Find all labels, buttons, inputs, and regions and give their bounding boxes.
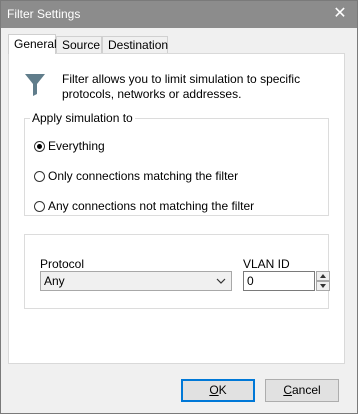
vlan-id-value: 0 <box>247 274 254 288</box>
title-bar: Filter Settings ✕ <box>1 1 357 28</box>
window-title: Filter Settings <box>7 7 81 21</box>
apply-simulation-group: Apply simulation to Everything Only conn… <box>24 111 329 216</box>
chevron-down-icon <box>216 278 226 284</box>
radio-not-matching-label: Any connections not matching the filter <box>48 199 255 213</box>
tab-destination[interactable]: Destination <box>102 36 168 53</box>
radio-not-matching-filter[interactable]: Any connections not matching the filter <box>34 198 254 214</box>
radio-button[interactable] <box>34 170 45 182</box>
cancel-label-rest: ancel <box>291 383 321 397</box>
filter-description: Filter allows you to limit simulation to… <box>62 72 301 101</box>
arrow-up-icon <box>320 274 326 278</box>
ok-accelerator: O <box>209 383 219 397</box>
radio-matching-label: Only connections matching the filter <box>48 169 239 183</box>
close-icon[interactable]: ✕ <box>329 3 351 25</box>
vlan-id-label: VLAN ID <box>243 257 290 271</box>
protocol-label: Protocol <box>40 257 85 271</box>
ok-label-rest: K <box>218 383 227 397</box>
protocol-select[interactable]: Any <box>40 271 232 291</box>
cancel-accelerator: C <box>283 383 292 397</box>
radio-everything[interactable]: Everything <box>34 138 105 154</box>
ok-button[interactable]: OK <box>181 379 255 402</box>
protocol-vlan-group: Protocol VLAN ID Any 0 <box>24 234 330 309</box>
filter-settings-dialog: Filter Settings ✕ General Source Destina… <box>0 0 358 414</box>
tab-source[interactable]: Source <box>56 36 102 53</box>
arrow-down-icon <box>320 284 326 288</box>
radio-button[interactable] <box>34 200 45 212</box>
tab-general[interactable]: General <box>8 34 57 54</box>
general-panel: Filter allows you to limit simulation to… <box>8 53 345 364</box>
radio-matching-filter[interactable]: Only connections matching the filter <box>34 168 238 184</box>
vlan-decrement-button[interactable] <box>316 281 330 291</box>
cancel-button[interactable]: Cancel <box>265 379 339 402</box>
funnel-icon <box>25 74 45 96</box>
apply-simulation-legend: Apply simulation to <box>30 111 135 125</box>
vlan-id-input[interactable]: 0 <box>243 271 315 291</box>
radio-button-checked[interactable] <box>34 140 45 152</box>
radio-everything-label: Everything <box>48 139 105 153</box>
vlan-increment-button[interactable] <box>316 271 330 281</box>
protocol-value: Any <box>44 274 65 288</box>
